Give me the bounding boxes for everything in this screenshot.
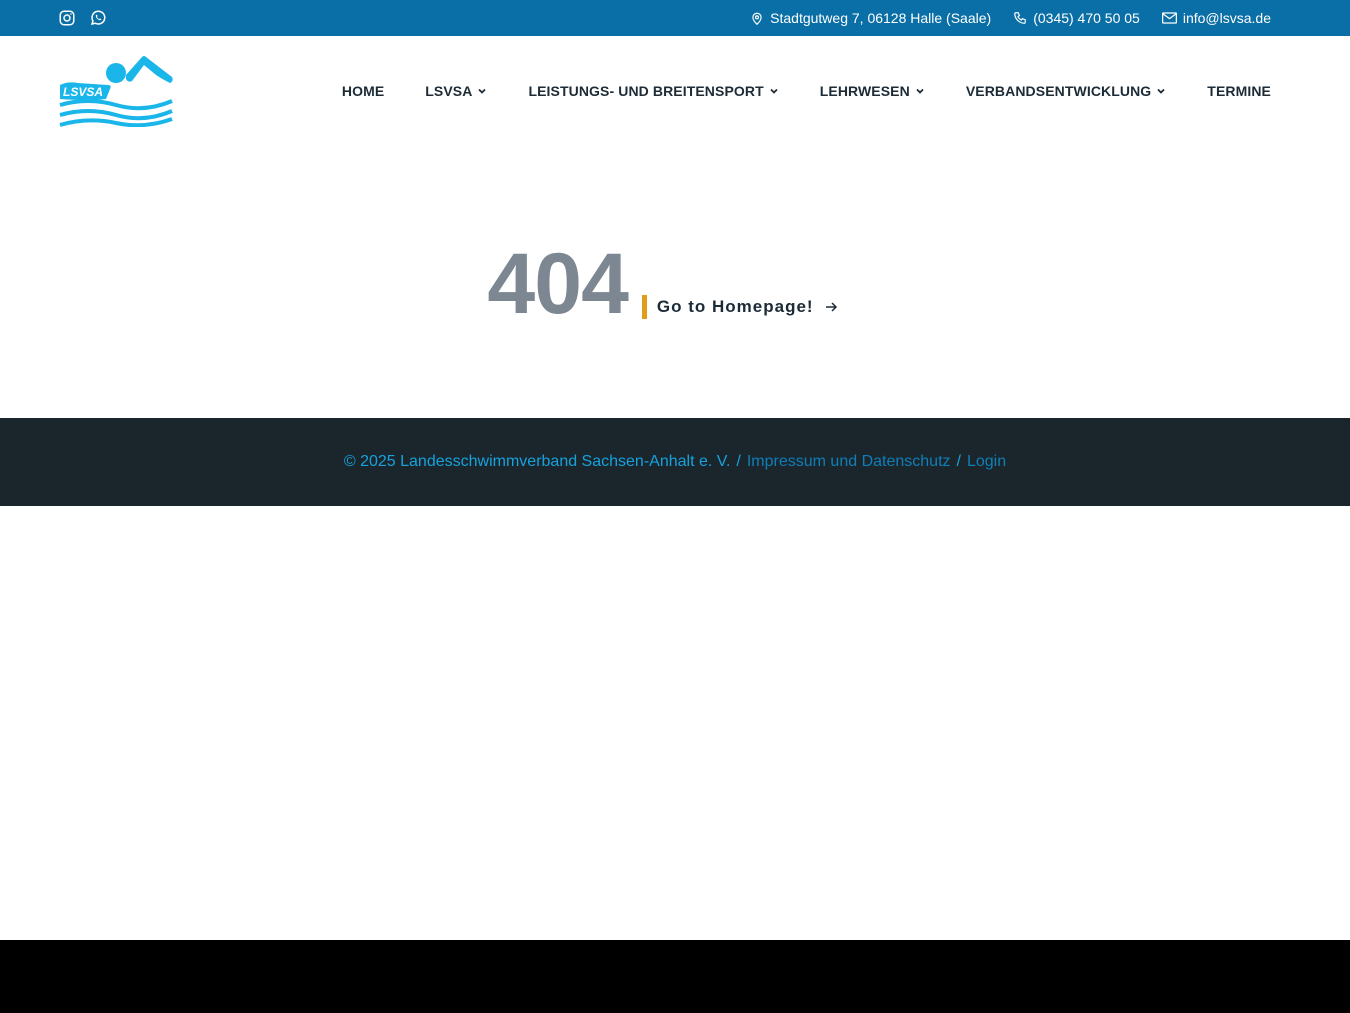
site-logo[interactable]: LSVSA	[58, 55, 174, 127]
nav-home[interactable]: HOME	[342, 83, 384, 99]
go-to-homepage-link[interactable]: Go to Homepage!	[641, 295, 838, 319]
error-code: 404	[487, 236, 628, 332]
error-section: 404 Go to Homepage!	[0, 146, 1350, 418]
main-navigation: HOME LSVSA LEISTUNGS- UND BREITENSPORT L…	[342, 83, 1271, 99]
nav-termine[interactable]: TERMINE	[1207, 83, 1271, 99]
chevron-down-icon	[769, 86, 779, 96]
svg-text:LSVSA: LSVSA	[63, 85, 103, 99]
error-content: 404 Go to Homepage!	[487, 241, 838, 327]
arrow-right-icon	[824, 300, 838, 314]
page: Stadtgutweg 7, 06128 Halle (Saale) (0345…	[0, 0, 1350, 940]
footer-separator: /	[956, 453, 961, 470]
impressum-link[interactable]: Impressum und Datenschutz	[747, 453, 951, 471]
email-text: info@lsvsa.de	[1182, 10, 1271, 26]
site-footer: © 2025 Landesschwimmverband Sachsen-Anha…	[0, 418, 1350, 506]
mail-icon	[1161, 12, 1177, 24]
top-bar: Stadtgutweg 7, 06128 Halle (Saale) (0345…	[0, 0, 1350, 36]
instagram-icon[interactable]	[58, 9, 76, 27]
nav-verbandsentwicklung[interactable]: VERBANDSENTWICKLUNG	[966, 83, 1166, 99]
map-pin-icon	[750, 11, 764, 26]
nav-lsvsa[interactable]: LSVSA	[425, 83, 487, 99]
site-header: LSVSA HOME LSVSA LEISTUNGS- UND BREITENS…	[0, 36, 1350, 146]
email-link[interactable]: info@lsvsa.de	[1161, 10, 1271, 26]
phone-link[interactable]: (0345) 470 50 05	[1013, 10, 1140, 26]
phone-text: (0345) 470 50 05	[1033, 10, 1140, 26]
chevron-down-icon	[915, 86, 925, 96]
contact-info: Stadtgutweg 7, 06128 Halle (Saale) (0345…	[750, 10, 1271, 26]
address-text: Stadtgutweg 7, 06128 Halle (Saale)	[770, 10, 992, 26]
chevron-down-icon	[1156, 86, 1166, 96]
footer-separator: /	[736, 453, 741, 470]
login-link[interactable]: Login	[967, 453, 1006, 471]
whatsapp-icon[interactable]	[89, 9, 107, 27]
phone-icon	[1013, 11, 1027, 25]
social-links	[58, 9, 107, 27]
nav-lehrwesen[interactable]: LEHRWESEN	[820, 83, 925, 99]
address-link[interactable]: Stadtgutweg 7, 06128 Halle (Saale)	[750, 10, 991, 26]
chevron-down-icon	[477, 86, 487, 96]
copyright-text: © 2025 Landesschwimmverband Sachsen-Anha…	[343, 453, 731, 470]
home-link-label: Go to Homepage!	[656, 297, 814, 316]
nav-leistungs-und-breitensport[interactable]: LEISTUNGS- UND BREITENSPORT	[528, 83, 778, 99]
